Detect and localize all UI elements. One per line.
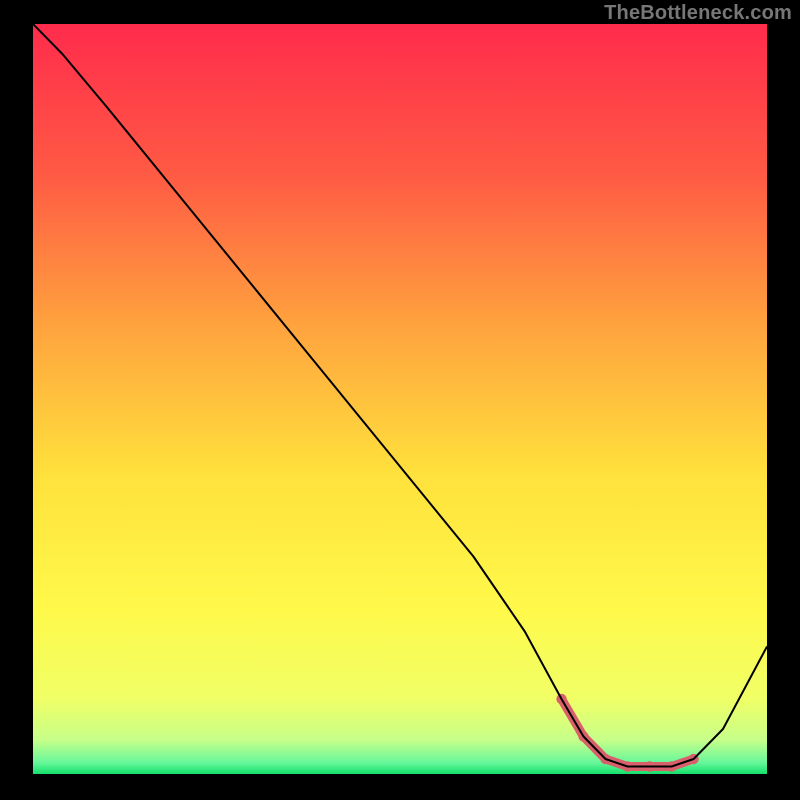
chart-frame: TheBottleneck.com <box>0 0 800 800</box>
chart-svg <box>33 24 767 774</box>
gradient-bg <box>33 24 767 774</box>
plot-area <box>33 24 767 774</box>
watermark-text: TheBottleneck.com <box>604 2 792 25</box>
